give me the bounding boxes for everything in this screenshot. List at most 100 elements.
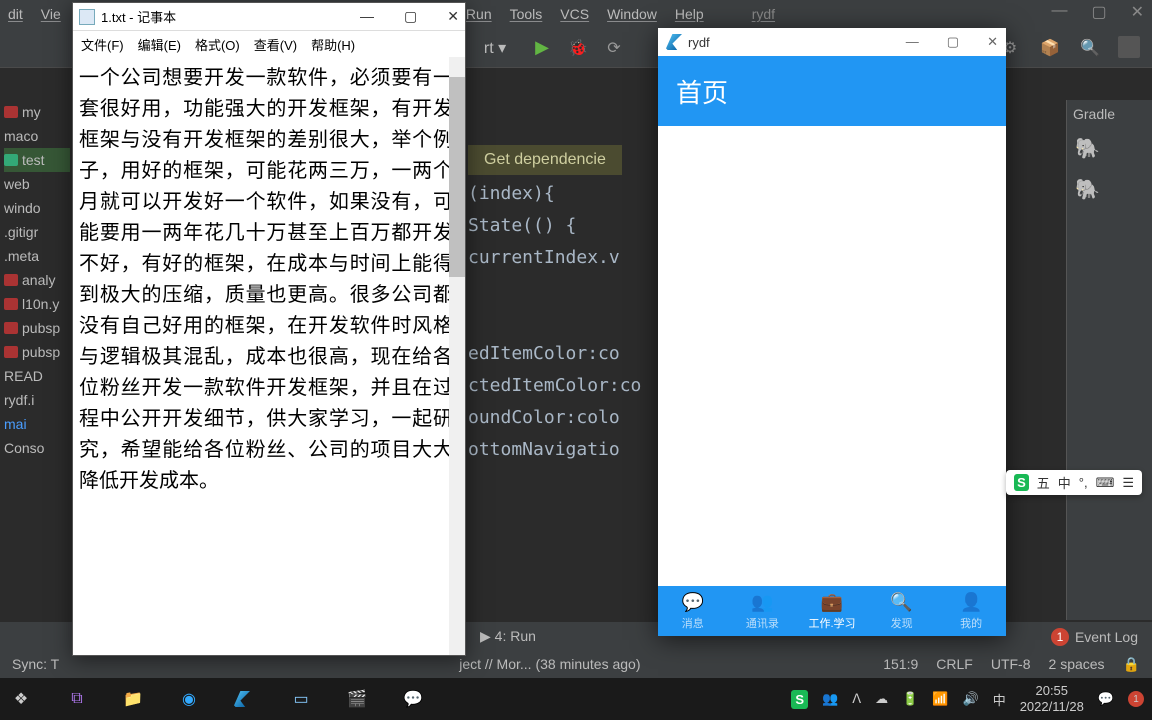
taskbar-clock[interactable]: 20:55 2022/11/28 [1020, 683, 1084, 714]
file-item[interactable]: analy [4, 268, 70, 292]
close-icon[interactable]: ✕ [447, 8, 459, 25]
notepad-task-icon[interactable]: ▭ [288, 686, 314, 712]
maximize-icon[interactable]: ▢ [404, 8, 417, 25]
search-icon[interactable]: 🔍 [1078, 36, 1102, 60]
lock-icon: 🔒 [1123, 656, 1140, 673]
get-dependencies-banner[interactable]: Get dependencie [468, 145, 622, 175]
debug-icon[interactable]: 🐞 [566, 36, 590, 60]
app1-icon[interactable]: ◉ [176, 686, 202, 712]
start-icon[interactable]: ❖ [8, 686, 34, 712]
menu-file[interactable]: 文件(F) [81, 35, 124, 54]
minimize-icon[interactable]: — [906, 34, 919, 50]
file-item[interactable]: .gitigr [4, 220, 70, 244]
ime-indicator[interactable]: 中 [993, 690, 1006, 709]
close-icon[interactable]: ✕ [1131, 2, 1144, 22]
menu-view[interactable]: 查看(V) [254, 35, 297, 54]
package-icon[interactable]: 📦 [1038, 36, 1062, 60]
avatar-icon[interactable] [1118, 36, 1140, 58]
flutter-titlebar[interactable]: rydf — ▢ ✕ [658, 28, 1006, 56]
contacts-icon: 👥 [751, 592, 773, 613]
notifications-icon[interactable]: 💬 [1098, 691, 1114, 707]
flutter-icon [666, 34, 682, 50]
notepad-titlebar[interactable]: 1.txt - 记事本 — ▢ ✕ [73, 3, 465, 31]
vs-icon[interactable]: ⧉ [64, 686, 90, 712]
menu-help[interactable]: 帮助(H) [311, 35, 355, 54]
nav-messages[interactable]: 💬消息 [658, 586, 728, 636]
profile-icon[interactable]: ⟳ [602, 36, 626, 60]
menu-help[interactable]: Help [675, 6, 704, 22]
nav-work[interactable]: 💼工作.学习 [797, 586, 867, 636]
file-item[interactable]: web [4, 172, 70, 196]
ide-window-controls: — ▢ ✕ [1051, 2, 1144, 22]
run-tab[interactable]: ▶ 4: Run [480, 628, 536, 645]
flutter-task-icon[interactable] [232, 686, 258, 712]
event-log-button[interactable]: 1 Event Log [1051, 628, 1138, 646]
cursor-position[interactable]: 151:9 [883, 656, 918, 673]
file-item[interactable]: windo [4, 196, 70, 220]
file-item[interactable]: READ [4, 364, 70, 388]
run-icon[interactable]: ▶ [530, 36, 554, 60]
project-name: rydf [752, 6, 775, 22]
scrollbar-thumb[interactable] [449, 77, 465, 277]
person-icon: 👤 [960, 592, 982, 613]
network-icon[interactable]: 👥 [822, 691, 838, 707]
tray-chevron-icon[interactable]: ᐱ [852, 691, 861, 707]
file-item[interactable]: my [4, 100, 70, 124]
sogou-tray-icon[interactable]: S [791, 690, 808, 709]
file-item[interactable]: .meta [4, 244, 70, 268]
encoding[interactable]: UTF-8 [991, 656, 1031, 673]
run-config-dropdown[interactable]: rt ▾ [472, 36, 518, 60]
event-log-badge: 1 [1051, 628, 1069, 646]
ime-mode[interactable]: 五 [1037, 473, 1050, 492]
wifi-icon[interactable]: 📶 [932, 691, 948, 707]
close-icon[interactable]: ✕ [987, 34, 998, 50]
menu-edit[interactable]: 编辑(E) [138, 35, 181, 54]
menu-edit[interactable]: dit [8, 6, 23, 22]
indent[interactable]: 2 spaces [1049, 656, 1105, 673]
onedrive-icon[interactable]: ☁ [875, 691, 888, 707]
file-item[interactable]: mai [4, 412, 70, 436]
editor-code[interactable]: (index){ State(() { currentIndex.v edIte… [468, 178, 641, 466]
battery-icon[interactable]: 🔋 [902, 691, 918, 707]
gradle-panel[interactable]: Gradle 🐘 🐘 [1066, 100, 1152, 620]
notepad-icon [79, 9, 95, 25]
menu-tools[interactable]: Tools [510, 6, 543, 22]
sogou-icon[interactable]: S [1014, 474, 1029, 491]
badge-icon: 1 [1128, 691, 1144, 707]
maximize-icon[interactable]: ▢ [947, 34, 959, 50]
keyboard-icon[interactable]: ⌨ [1096, 475, 1115, 491]
menu-view[interactable]: Vie [41, 6, 61, 22]
file-item[interactable]: Conso [4, 436, 70, 460]
ime-lang[interactable]: 中 [1058, 473, 1071, 492]
line-ending[interactable]: CRLF [936, 656, 973, 673]
nav-contacts[interactable]: 👥通讯录 [728, 586, 798, 636]
menu-format[interactable]: 格式(O) [195, 35, 240, 54]
bottom-navigation: 💬消息 👥通讯录 💼工作.学习 🔍发现 👤我的 [658, 586, 1006, 636]
file-tree[interactable]: my maco test web windo .gitigr .meta ana… [0, 100, 70, 460]
ime-menu-icon[interactable]: ☰ [1122, 475, 1134, 491]
explorer-icon[interactable]: 📁 [120, 686, 146, 712]
menu-run[interactable]: Run [466, 6, 492, 22]
scrollbar[interactable] [449, 57, 465, 655]
file-item[interactable]: test [4, 148, 70, 172]
file-item[interactable]: pubsp [4, 340, 70, 364]
app-content[interactable] [658, 126, 1006, 586]
menu-window[interactable]: Window [607, 6, 657, 22]
file-item[interactable]: pubsp [4, 316, 70, 340]
file-item[interactable]: l10n.y [4, 292, 70, 316]
file-item[interactable]: maco [4, 124, 70, 148]
nav-discover[interactable]: 🔍发现 [867, 586, 937, 636]
menu-vcs[interactable]: VCS [560, 6, 589, 22]
maximize-icon[interactable]: ▢ [1091, 2, 1106, 22]
minimize-icon[interactable]: — [360, 8, 374, 25]
ime-punct[interactable]: °, [1079, 475, 1088, 490]
wechat-icon[interactable]: 💬 [400, 686, 426, 712]
notepad-textarea[interactable]: 一个公司想要开发一款软件，必须要有一套很好用，功能强大的开发框架，有开发框架与没… [73, 57, 465, 651]
volume-icon[interactable]: 🔊 [963, 691, 979, 707]
file-item[interactable]: rydf.i [4, 388, 70, 412]
minimize-icon[interactable]: — [1051, 2, 1067, 22]
app3-icon[interactable]: 🎬 [344, 686, 370, 712]
nav-mine[interactable]: 👤我的 [936, 586, 1006, 636]
windows-taskbar: ❖ ⧉ 📁 ◉ ▭ 🎬 💬 S 👥 ᐱ ☁ 🔋 📶 🔊 中 20:55 2022… [0, 678, 1152, 720]
ime-toolbar[interactable]: S 五 中 °, ⌨ ☰ [1006, 470, 1142, 495]
